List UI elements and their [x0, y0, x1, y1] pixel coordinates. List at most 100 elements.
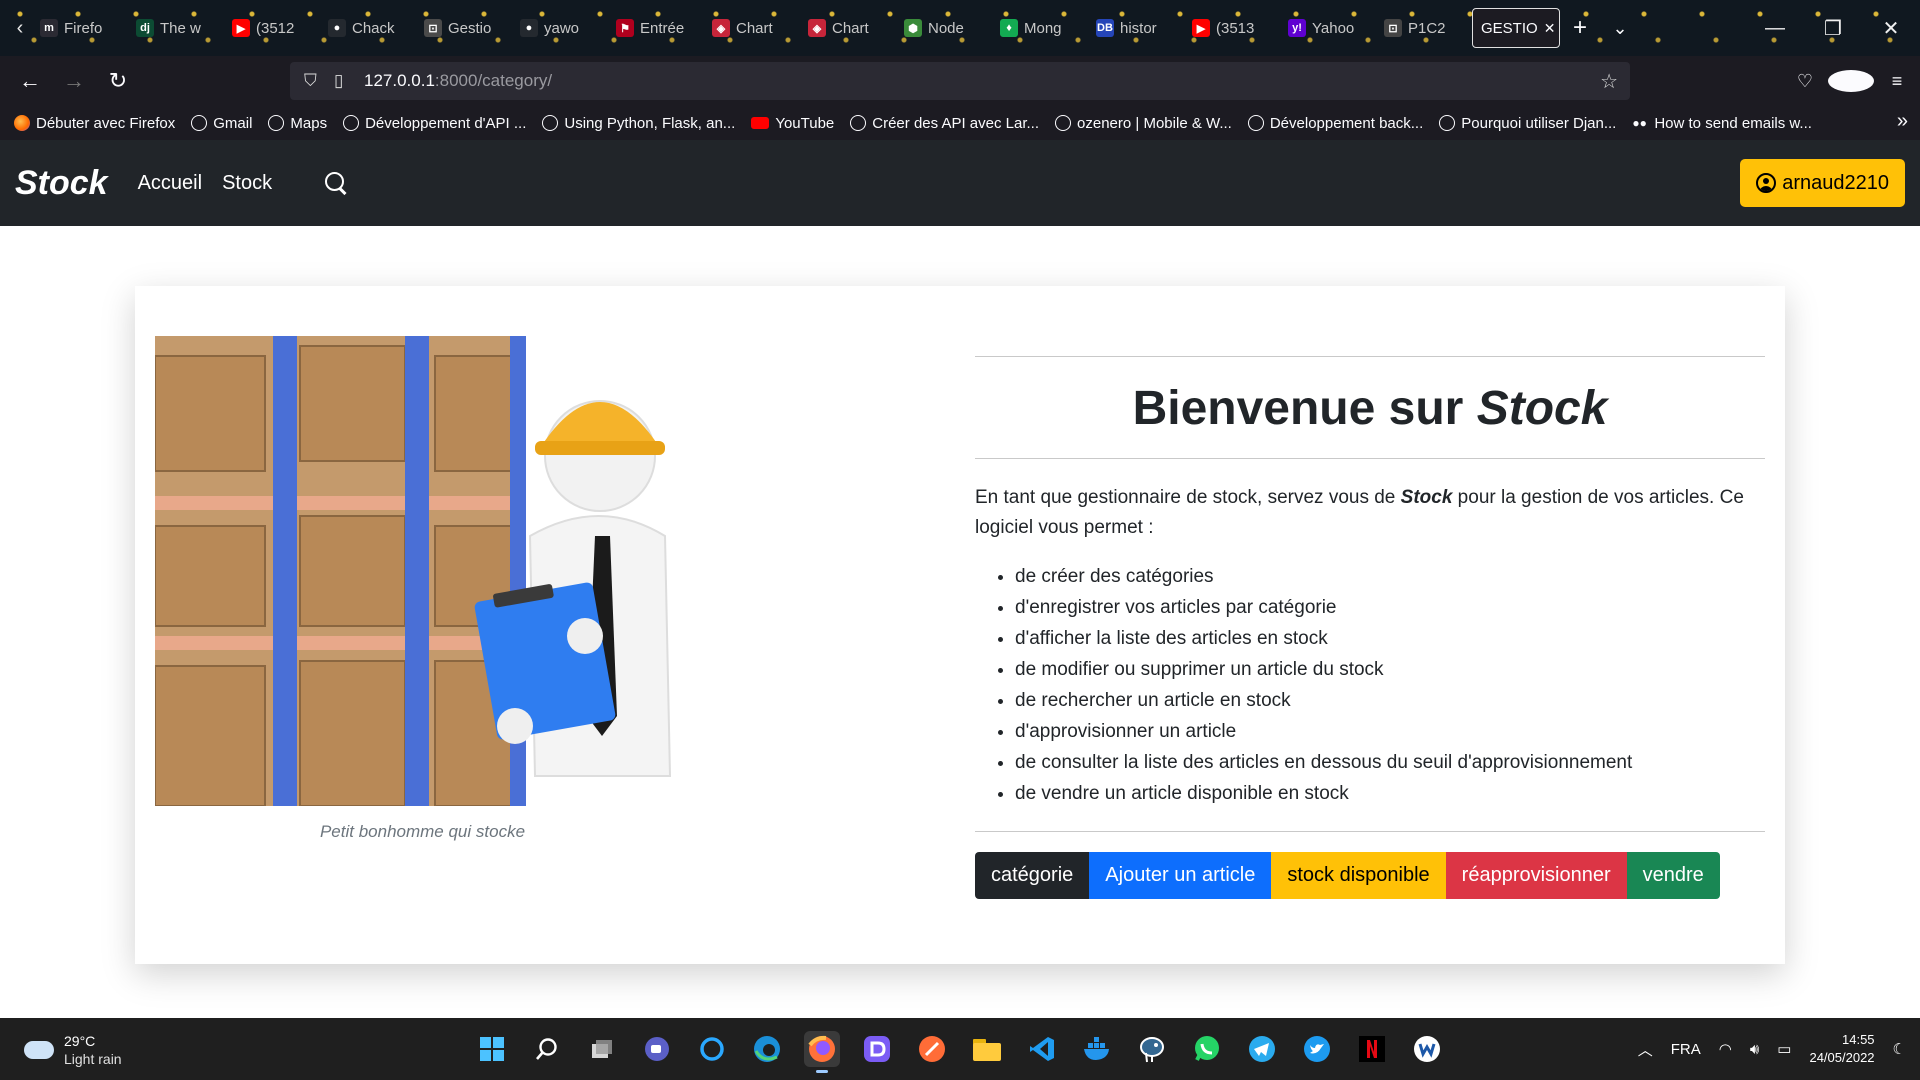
browser-tab[interactable]: ⚑ Entrée	[608, 8, 704, 48]
browser-tab[interactable]: ⬢ Node	[896, 8, 992, 48]
url-bar[interactable]: ⛉ ▯ 127.0.0.1:8000/category/ ☆	[290, 62, 1630, 100]
browser-tab[interactable]: ▶ (3512	[224, 8, 320, 48]
pocket-icon[interactable]: ♡	[1782, 71, 1828, 92]
vscode-icon[interactable]	[1024, 1031, 1060, 1067]
bookmark-item[interactable]: Développement back...	[1247, 115, 1423, 132]
bookmark-star-icon[interactable]: ☆	[1600, 69, 1618, 94]
language-indicator[interactable]: FRA	[1671, 1041, 1701, 1058]
globe-icon	[850, 115, 867, 131]
browser-tab[interactable]: ● Chack	[320, 8, 416, 48]
nw-app-icon[interactable]	[1409, 1031, 1445, 1067]
edge-icon[interactable]	[749, 1031, 785, 1067]
nav-link-stock[interactable]: Stock	[222, 172, 272, 195]
search-icon[interactable]	[324, 171, 348, 195]
list-item: de consulter la liste des articles en de…	[1015, 747, 1765, 778]
tab-favicon-icon: y!	[1288, 19, 1306, 37]
firefox-icon[interactable]	[804, 1031, 840, 1073]
reload-icon[interactable]: ↻	[96, 68, 140, 94]
bookmarks-overflow-icon[interactable]: »	[1897, 110, 1908, 133]
nav-link-accueil[interactable]: Accueil	[138, 172, 202, 195]
site-brand[interactable]: Stock	[15, 164, 108, 203]
browser-tab[interactable]: ● yawo	[512, 8, 608, 48]
browser-tab[interactable]: ⊡ P1C2	[1376, 8, 1472, 48]
minimize-icon[interactable]: —	[1746, 17, 1804, 40]
bookmark-item[interactable]: Gmail	[191, 115, 252, 132]
task-view-icon[interactable]	[584, 1031, 620, 1067]
divider	[975, 458, 1765, 459]
bookmark-item[interactable]: Créer des API avec Lar...	[850, 115, 1039, 132]
close-window-icon[interactable]: ✕	[1862, 16, 1920, 41]
browser-tab[interactable]: m Firefo	[32, 8, 128, 48]
tab-scroll-left-icon[interactable]: ‹	[8, 17, 32, 40]
browser-tab-strip: ‹ m Firefo dj The w ▶ (3512 ● Chack ⊡ Gestio ● yawo…	[0, 0, 1920, 56]
bookmark-item[interactable]: Débuter avec Firefox	[14, 115, 175, 132]
restock-button[interactable]: réapprovisionner	[1445, 852, 1627, 899]
postgresql-icon[interactable]	[1134, 1031, 1170, 1067]
chevron-up-icon[interactable]: ︿	[1638, 1039, 1653, 1060]
page-icon[interactable]: ▯	[334, 71, 364, 91]
bookmark-item[interactable]: ●● How to send emails w...	[1632, 115, 1812, 132]
browser-tab[interactable]: ▶ (3513	[1184, 8, 1280, 48]
categorie-button[interactable]: catégorie	[975, 852, 1090, 899]
restore-icon[interactable]: ❐	[1804, 16, 1862, 41]
forward-icon[interactable]: →	[52, 68, 96, 94]
tab-favicon-icon: ⬢	[904, 19, 922, 37]
browser-tab[interactable]: ⊡ Gestio	[416, 8, 512, 48]
window-controls: — ❐ ✕	[1746, 0, 1920, 56]
user-button[interactable]: arnaud2210	[1740, 159, 1905, 207]
features-list: de créer des catégories d'enregistrer vo…	[1015, 561, 1765, 809]
whatsapp-icon[interactable]	[1189, 1031, 1225, 1067]
bookmark-item[interactable]: Using Python, Flask, an...	[542, 115, 735, 132]
browser-tab[interactable]: ♦ Mong	[992, 8, 1088, 48]
browser-tab[interactable]: ◈ Chart	[800, 8, 896, 48]
tab-label: Entrée	[640, 19, 685, 37]
file-explorer-icon[interactable]	[969, 1031, 1005, 1067]
browser-tab[interactable]: dj The w	[128, 8, 224, 48]
search-icon[interactable]	[529, 1031, 565, 1067]
new-tab-button[interactable]: +	[1560, 14, 1600, 42]
bookmark-item[interactable]: YouTube	[751, 115, 834, 132]
notifications-icon[interactable]: ☾	[1893, 1040, 1906, 1058]
active-tab[interactable]: GESTIO ✕	[1472, 8, 1560, 48]
account-icon[interactable]: A	[1828, 70, 1874, 92]
sell-button[interactable]: vendre	[1626, 852, 1720, 899]
tab-favicon-icon: ⊡	[424, 19, 442, 37]
teams-icon[interactable]	[639, 1031, 675, 1067]
tab-favicon-icon: ⊡	[1384, 19, 1402, 37]
bookmark-item[interactable]: Pourquoi utiliser Djan...	[1439, 115, 1616, 132]
youtube-icon	[751, 117, 770, 129]
clock[interactable]: 14:55 24/05/2022	[1809, 1031, 1874, 1067]
list-item: de modifier ou supprimer un article du s…	[1015, 654, 1765, 685]
docker-icon[interactable]	[1079, 1031, 1115, 1067]
telegram-icon[interactable]	[1244, 1031, 1280, 1067]
tab-favicon-icon: dj	[136, 19, 154, 37]
tab-label: Firefo	[64, 19, 103, 37]
globe-icon	[343, 115, 360, 131]
battery-icon[interactable]: ▭	[1777, 1040, 1791, 1058]
stock-available-button[interactable]: stock disponible	[1271, 852, 1446, 899]
wifi-icon[interactable]: ◠	[1719, 1040, 1732, 1058]
browser-tab[interactable]: ◈ Chart	[704, 8, 800, 48]
discord-app-icon[interactable]	[859, 1031, 895, 1067]
volume-icon[interactable]: 🔊︎	[1750, 1041, 1759, 1058]
browser-tab[interactable]: y! Yahoo	[1280, 8, 1376, 48]
bookmark-item[interactable]: ozenero | Mobile & W...	[1055, 115, 1232, 132]
postman-icon[interactable]	[914, 1031, 950, 1067]
windows-start-icon[interactable]	[474, 1031, 510, 1067]
browser-tab[interactable]: DB histor	[1088, 8, 1184, 48]
back-icon[interactable]: ←	[8, 68, 52, 94]
shield-icon[interactable]: ⛉	[304, 71, 334, 91]
weather-widget[interactable]: 29°C Light rain	[24, 1032, 122, 1068]
cortana-icon[interactable]	[694, 1031, 730, 1067]
user-circle-icon	[1756, 173, 1777, 193]
close-tab-icon[interactable]: ✕	[1544, 20, 1556, 37]
menu-icon[interactable]: ≡	[1874, 71, 1920, 92]
list-tabs-icon[interactable]: ⌄	[1600, 18, 1640, 39]
netflix-icon[interactable]	[1354, 1031, 1390, 1067]
bookmark-item[interactable]: Développement d'API ...	[343, 115, 526, 132]
clock-time: 14:55	[1842, 1032, 1875, 1047]
twitter-icon[interactable]	[1299, 1031, 1335, 1067]
dots-icon: ●●	[1632, 116, 1647, 130]
bookmark-item[interactable]: Maps	[268, 115, 327, 132]
add-article-button[interactable]: Ajouter un article	[1089, 852, 1272, 899]
